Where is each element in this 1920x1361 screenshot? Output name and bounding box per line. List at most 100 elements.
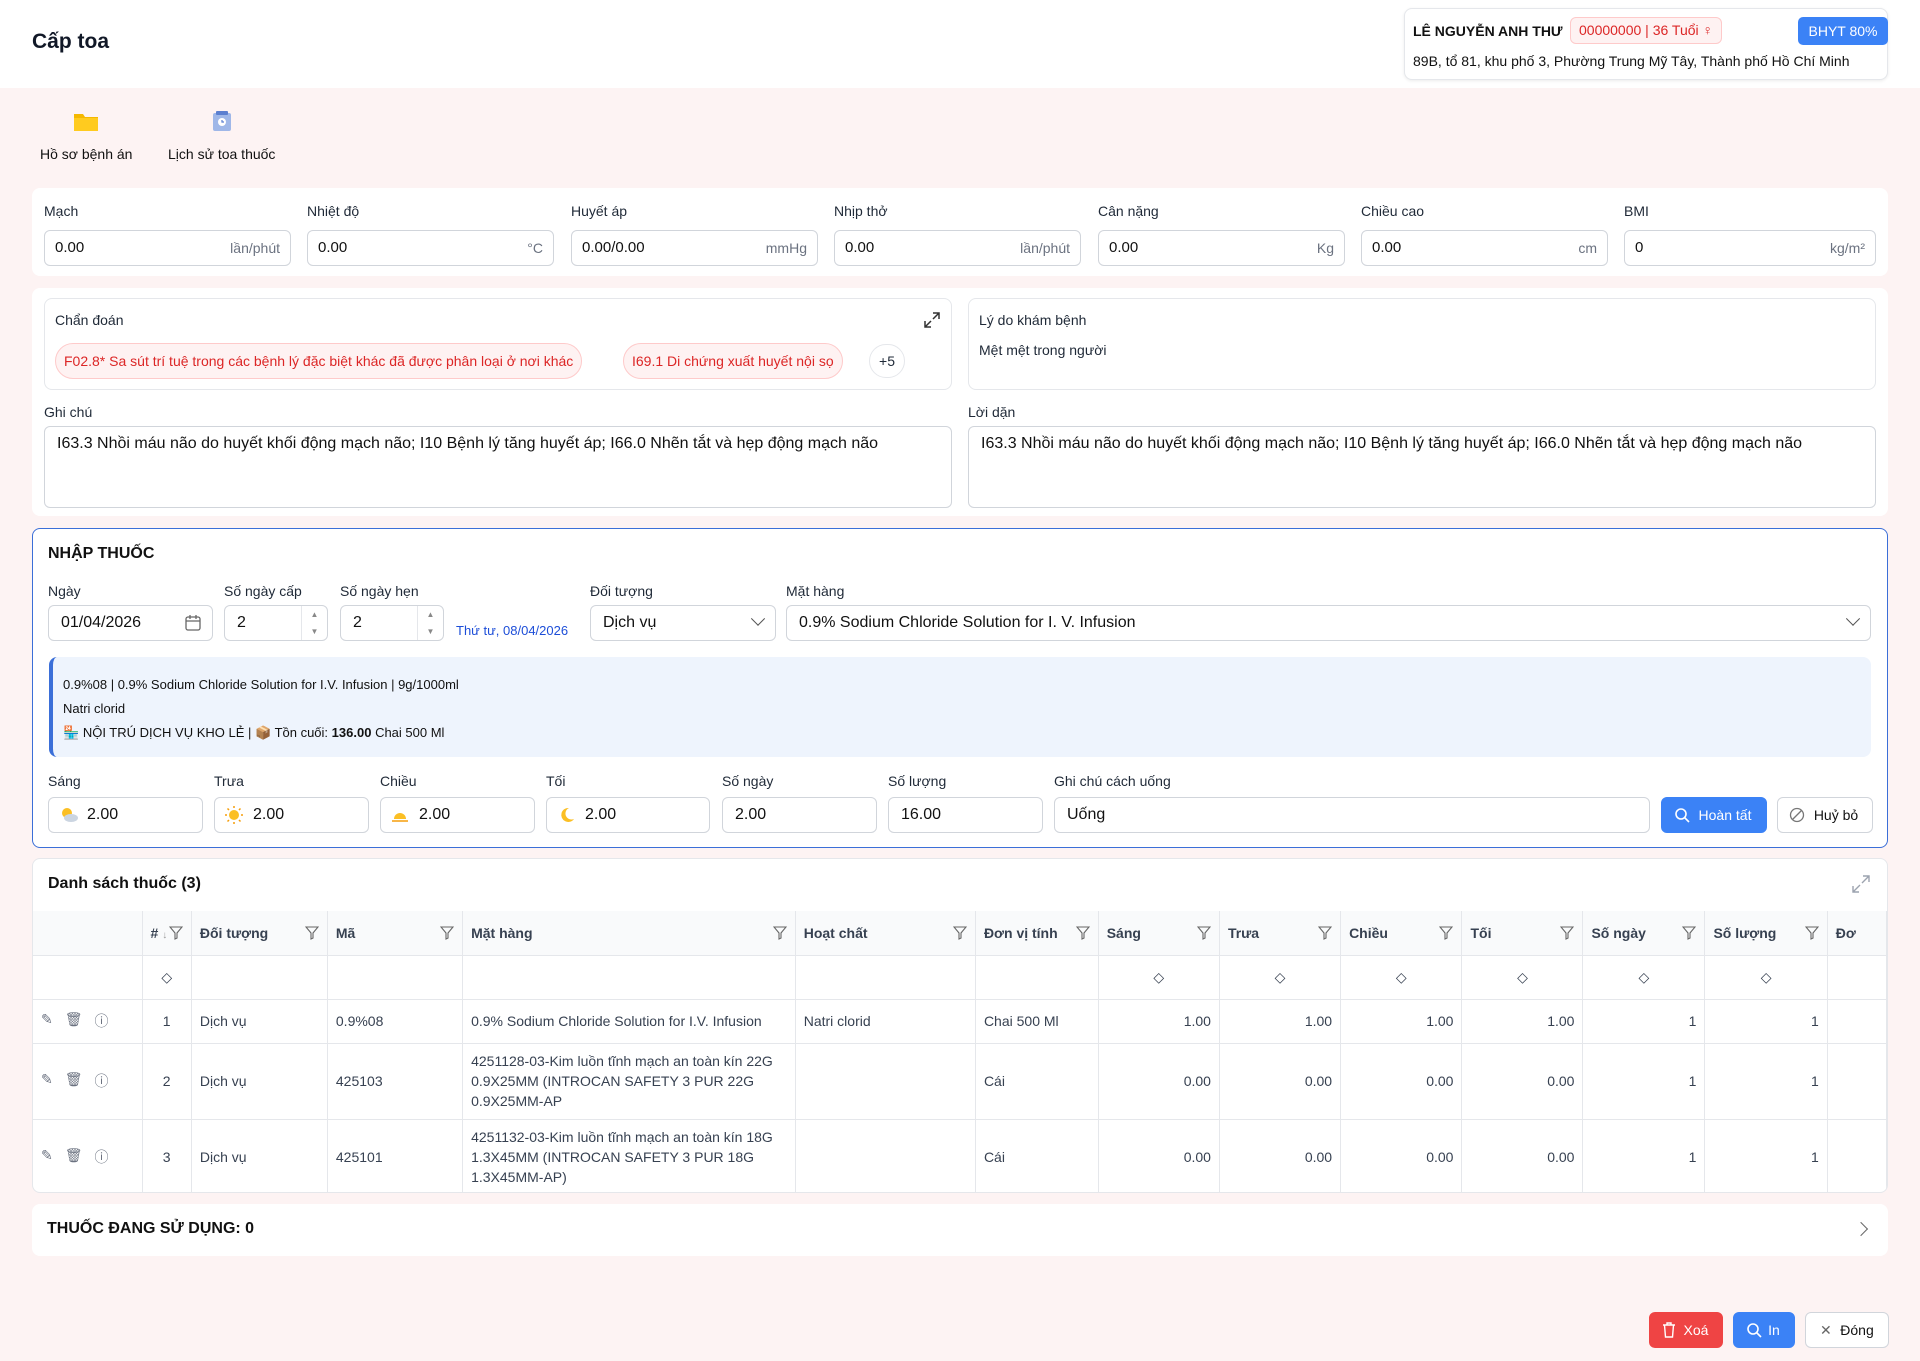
sort-diamond-icon[interactable]: ◇ [1219,955,1342,1000]
sun-icon [225,806,243,824]
usage-label: Ghi chú cách uống [1054,773,1171,789]
sort-diamond-icon[interactable]: ◇ [1098,955,1220,1000]
diagnosis-tag[interactable]: F02.8* Sa sút trí tuệ trong các bệnh lý … [55,343,583,379]
fullscreen-icon[interactable] [1851,874,1871,894]
delete-icon[interactable]: 🗑 [65,1147,83,1167]
reason-value[interactable]: Mệt mệt trong người [979,342,1107,358]
sort-diamond-icon[interactable]: ◇ [1582,955,1706,1000]
table-row[interactable]: ✎ 🗑 ⓘ 3 Dịch vụ 425101 4251132-03-Kim luồn… [33,1119,1887,1192]
filter-icon[interactable] [772,926,787,940]
col-code[interactable]: Mã [327,911,464,956]
close-button[interactable]: ✕ Đóng [1805,1312,1889,1348]
delete-icon[interactable]: 🗑 [65,1071,83,1091]
delete-icon[interactable]: 🗑 [65,1011,83,1031]
days-label: Số ngày cấp [224,583,302,599]
height-input[interactable]: 0.00 cm [1361,230,1608,266]
usage-input[interactable]: Uống [1054,797,1650,833]
weight-input[interactable]: 0.00 Kg [1098,230,1345,266]
folder-icon [73,110,99,132]
vitals-card: Mạch 0.00 lần/phút Nhiệt độ 0.00 °C Huyết … [32,188,1888,276]
col-morning[interactable]: Sáng [1098,911,1220,956]
bmi-input[interactable]: 0 kg/m² [1624,230,1876,266]
entry-heading: NHẬP THUỐC [48,545,155,562]
days-stepper[interactable]: 2 ▲ ▼ [224,605,328,641]
col-days[interactable]: Số ngày [1582,911,1706,956]
medical-records-button[interactable]: Hồ sơ bệnh án [40,110,132,162]
item-select[interactable]: 0.9% Sodium Chloride Solution for I. V. … [786,605,1871,641]
filter-icon[interactable] [1439,926,1454,940]
filter-icon[interactable] [1196,926,1211,940]
appointment-days-stepper[interactable]: 2 ▲ ▼ [340,605,444,641]
drug-entry-panel: NHẬP THUỐC Ngày 01/04/2026 Số ngày cấp 2… [32,528,1888,848]
quantity-input[interactable]: 16.00 [888,797,1043,833]
morning-input[interactable]: 2.00 [48,797,203,833]
col-no[interactable]: # ↓ [142,911,192,956]
col-noon[interactable]: Trưa [1219,911,1342,956]
drug-table: # ↓ Đối tượng Mã Mặt hàng Hoạt chất Đơn … [33,911,1887,1192]
item-info-stock: 🏪 NỘI TRÚ DỊCH VỤ KHO LẺ | 📦 Tồn cuối: 1… [63,725,445,740]
object-select[interactable]: Dịch vụ [590,605,776,641]
expand-icon[interactable] [923,311,941,329]
table-row[interactable]: ✎ 🗑 ⓘ 2 Dịch vụ 425103 4251128-03-Kim luồn… [33,1043,1887,1120]
chevron-right-icon[interactable] [1853,1221,1869,1237]
diagnosis-tag[interactable]: I69.1 Di chứng xuất huyết nội sọ [623,343,843,379]
quantity-label: Số lượng [888,773,947,789]
edit-icon[interactable]: ✎ [41,1071,53,1091]
filter-icon[interactable] [1075,926,1090,940]
table-row[interactable]: ✎ 🗑 ⓘ 1 Dịch vụ 0.9%08 0.9% Sodium Chlorid… [33,999,1887,1044]
filter-icon[interactable] [304,926,319,940]
col-night[interactable]: Tối [1461,911,1584,956]
moon-icon [557,806,575,824]
filter-icon[interactable] [440,926,455,940]
col-quantity[interactable]: Số lượng [1704,911,1828,956]
drugs-in-use-section[interactable]: THUỐC ĐANG SỬ DỤNG: 0 [32,1204,1888,1256]
vital-label-bmi: BMI [1624,203,1649,219]
sort-diamond-icon[interactable]: ◇ [1461,955,1584,1000]
filter-icon[interactable] [952,926,967,940]
blood-pressure-input[interactable]: 0.00/0.00 mmHg [571,230,818,266]
col-object[interactable]: Đối tượng [191,911,328,956]
col-afternoon[interactable]: Chiều [1340,911,1463,956]
filter-icon[interactable] [168,926,183,940]
filter-icon[interactable] [1682,926,1697,940]
print-button[interactable]: In [1733,1312,1795,1348]
noon-input[interactable]: 2.00 [214,797,369,833]
item-label: Mặt hàng [786,583,845,599]
sort-diamond-icon[interactable]: ◇ [1704,955,1828,1000]
pulse-input[interactable]: 0.00 lần/phút [44,230,291,266]
drug-list-title: Danh sách thuốc (3) [48,875,201,892]
info-icon[interactable]: ⓘ [95,1071,109,1091]
sort-diamond-icon[interactable]: ◇ [142,955,192,1000]
filter-icon[interactable] [1318,926,1333,940]
delete-button[interactable]: Xoá [1649,1312,1723,1348]
temperature-input[interactable]: 0.00 °C [307,230,554,266]
diagnosis-card: Chẩn đoán F02.8* Sa sút trí tuệ trong cá… [32,288,1888,516]
sort-diamond-icon[interactable]: ◇ [1340,955,1463,1000]
done-button[interactable]: Hoàn tất [1661,797,1767,833]
cancel-button[interactable]: Huỷ bỏ [1777,797,1873,833]
date-input[interactable]: 01/04/2026 [48,605,213,641]
col-truncated[interactable]: Đơ [1827,911,1887,956]
col-unit[interactable]: Đơn vị tính [975,911,1099,956]
filter-icon[interactable] [1804,926,1819,940]
appointment-date: Thứ tư, 08/04/2026 [456,623,569,638]
edit-icon[interactable]: ✎ [41,1147,53,1167]
advice-textarea[interactable]: I63.3 Nhồi máu não do huyết khối động mạ… [968,426,1876,508]
note-textarea[interactable]: I63.3 Nhồi máu não do huyết khối động mạ… [44,426,952,508]
col-active[interactable]: Hoạt chất [795,911,976,956]
num-days-input[interactable]: 2.00 [722,797,877,833]
afternoon-input[interactable]: 2.00 [380,797,535,833]
info-icon[interactable]: ⓘ [95,1011,109,1031]
more-diagnoses-tag[interactable]: +5 [869,344,905,378]
store-icon: 🏪 [63,725,80,740]
edit-icon[interactable]: ✎ [41,1011,53,1031]
info-icon[interactable]: ⓘ [95,1147,109,1167]
night-input[interactable]: 2.00 [546,797,710,833]
col-item[interactable]: Mặt hàng [462,911,796,956]
stepper-arrows[interactable]: ▲ ▼ [301,606,327,640]
filter-icon[interactable] [1560,926,1575,940]
respiration-input[interactable]: 0.00 lần/phút [834,230,1081,266]
diagnosis-box: Chẩn đoán F02.8* Sa sút trí tuệ trong cá… [44,298,952,390]
prescription-history-button[interactable]: Lịch sử toa thuốc [168,110,275,162]
stepper-arrows[interactable]: ▲ ▼ [417,606,443,640]
